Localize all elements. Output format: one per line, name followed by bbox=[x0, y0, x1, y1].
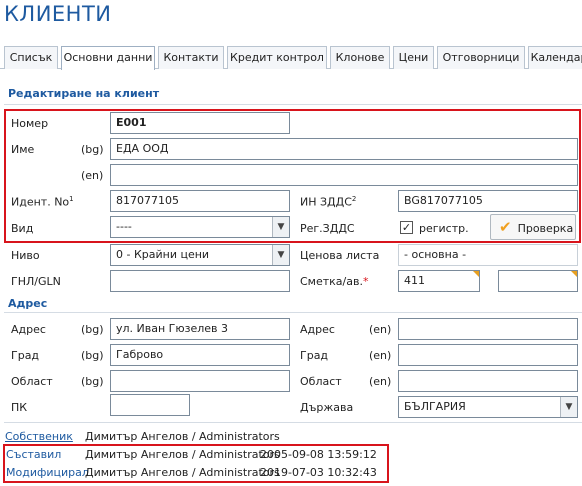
type-label: Вид bbox=[11, 222, 34, 235]
city-label: Град bbox=[11, 349, 40, 362]
price-list-label: Ценова листа bbox=[300, 249, 380, 262]
country-select[interactable]: БЪЛГАРИЯ ▼ bbox=[398, 396, 578, 418]
number-field[interactable]: E001 bbox=[110, 112, 290, 134]
registered-checkbox[interactable]: ✓ bbox=[400, 221, 413, 234]
type-select[interactable]: ---- ▼ bbox=[110, 216, 290, 238]
address-bg-field[interactable]: ул. Иван Гюзелев 3 bbox=[110, 318, 290, 340]
account-field-value: 411 bbox=[404, 274, 425, 287]
chevron-down-icon[interactable]: ▼ bbox=[272, 217, 289, 237]
name-label: Име bbox=[11, 143, 35, 156]
section-divider bbox=[4, 104, 582, 105]
modified-label: Модифицирал bbox=[6, 466, 89, 479]
region-lang-en: (en) bbox=[369, 375, 392, 388]
address-lang-bg: (bg) bbox=[81, 323, 104, 336]
owner-link[interactable]: Собственик bbox=[5, 430, 73, 443]
name-lang-bg: (bg) bbox=[81, 143, 104, 156]
postcode-field[interactable] bbox=[110, 394, 190, 416]
account-label: Сметка/ав.* bbox=[300, 275, 369, 288]
level-select-value: 0 - Крайни цени bbox=[116, 248, 210, 261]
address-lang-en: (en) bbox=[369, 323, 392, 336]
section-title-edit-client: Редактиране на клиент bbox=[8, 87, 160, 100]
address-label: Адрес bbox=[11, 323, 46, 336]
level-select[interactable]: 0 - Крайни цени ▼ bbox=[110, 244, 290, 266]
type-select-value: ---- bbox=[116, 220, 132, 233]
created-label: Съставил bbox=[6, 448, 62, 461]
tab-contacts[interactable]: Контакти bbox=[158, 46, 224, 69]
name-en-field[interactable] bbox=[110, 164, 578, 186]
chevron-down-icon[interactable]: ▼ bbox=[560, 397, 577, 417]
vat-label: ИН ЗДДС2 bbox=[300, 195, 357, 209]
section-title-address: Адрес bbox=[8, 297, 48, 310]
tab-prices[interactable]: Цени bbox=[393, 46, 434, 69]
ident-field[interactable]: 817077105 bbox=[110, 190, 290, 212]
modified-by-value: Димитър Ангелов / Administrators bbox=[85, 466, 280, 479]
region-lang-bg: (bg) bbox=[81, 375, 104, 388]
account-field[interactable]: 411 bbox=[398, 270, 480, 292]
number-label: Номер bbox=[11, 117, 49, 130]
region-bg-field[interactable] bbox=[110, 370, 290, 392]
created-by-value: Димитър Ангелов / Administrators bbox=[85, 448, 280, 461]
address-en-field[interactable] bbox=[398, 318, 578, 340]
corner-marker-icon bbox=[571, 271, 577, 277]
page-title: КЛИЕНТИ bbox=[4, 2, 112, 26]
region-label: Област bbox=[11, 375, 53, 388]
section-divider bbox=[4, 312, 582, 313]
price-list-field[interactable]: - основна - bbox=[398, 244, 578, 266]
corner-marker-icon bbox=[473, 271, 479, 277]
name-lang-en: (en) bbox=[81, 169, 104, 182]
owner-value: Димитър Ангелов / Administrators bbox=[85, 430, 280, 443]
modified-time-value: 2019-07-03 10:32:43 bbox=[260, 466, 377, 479]
tab-responsibles[interactable]: Отговорници bbox=[437, 46, 525, 69]
checkmark-icon: ✔ bbox=[499, 218, 512, 236]
gln-field[interactable] bbox=[110, 270, 290, 292]
city-bg-field[interactable]: Габрово bbox=[110, 344, 290, 366]
reg-vat-label: Рег.ЗДДС bbox=[300, 222, 355, 235]
chevron-down-icon[interactable]: ▼ bbox=[272, 245, 289, 265]
postcode-label: ПК bbox=[11, 401, 28, 414]
city-lang-bg: (bg) bbox=[81, 349, 104, 362]
vat-field[interactable]: BG817077105 bbox=[398, 190, 578, 212]
tab-basic-data[interactable]: Основни данни bbox=[61, 46, 155, 70]
registered-label: регистр. bbox=[419, 222, 469, 235]
tab-branches[interactable]: Клонове bbox=[330, 46, 390, 69]
region-en-field[interactable] bbox=[398, 370, 578, 392]
level-label: Ниво bbox=[11, 249, 40, 262]
gln-label: ГНЛ/GLN bbox=[11, 275, 61, 288]
check-vat-button[interactable]: ✔ Проверка bbox=[490, 214, 576, 240]
created-time-value: 2005-09-08 13:59:12 bbox=[260, 448, 377, 461]
check-vat-button-label: Проверка bbox=[517, 222, 574, 235]
tab-credit-control[interactable]: Кредит контрол bbox=[227, 46, 327, 69]
account-extra-field[interactable] bbox=[498, 270, 578, 292]
country-label: Държава bbox=[300, 401, 354, 414]
tab-calendar[interactable]: Календар bbox=[528, 46, 582, 69]
region-en-label: Област bbox=[300, 375, 342, 388]
city-en-field[interactable] bbox=[398, 344, 578, 366]
tab-list[interactable]: Списък bbox=[4, 46, 58, 69]
city-lang-en: (en) bbox=[369, 349, 392, 362]
city-en-label: Град bbox=[300, 349, 329, 362]
address-en-label: Адрес bbox=[300, 323, 335, 336]
name-bg-field[interactable]: ЕДА ООД bbox=[110, 138, 578, 160]
ident-label: Идент. No1 bbox=[11, 195, 74, 209]
country-select-value: БЪЛГАРИЯ bbox=[404, 400, 466, 413]
footer-divider bbox=[4, 422, 582, 423]
